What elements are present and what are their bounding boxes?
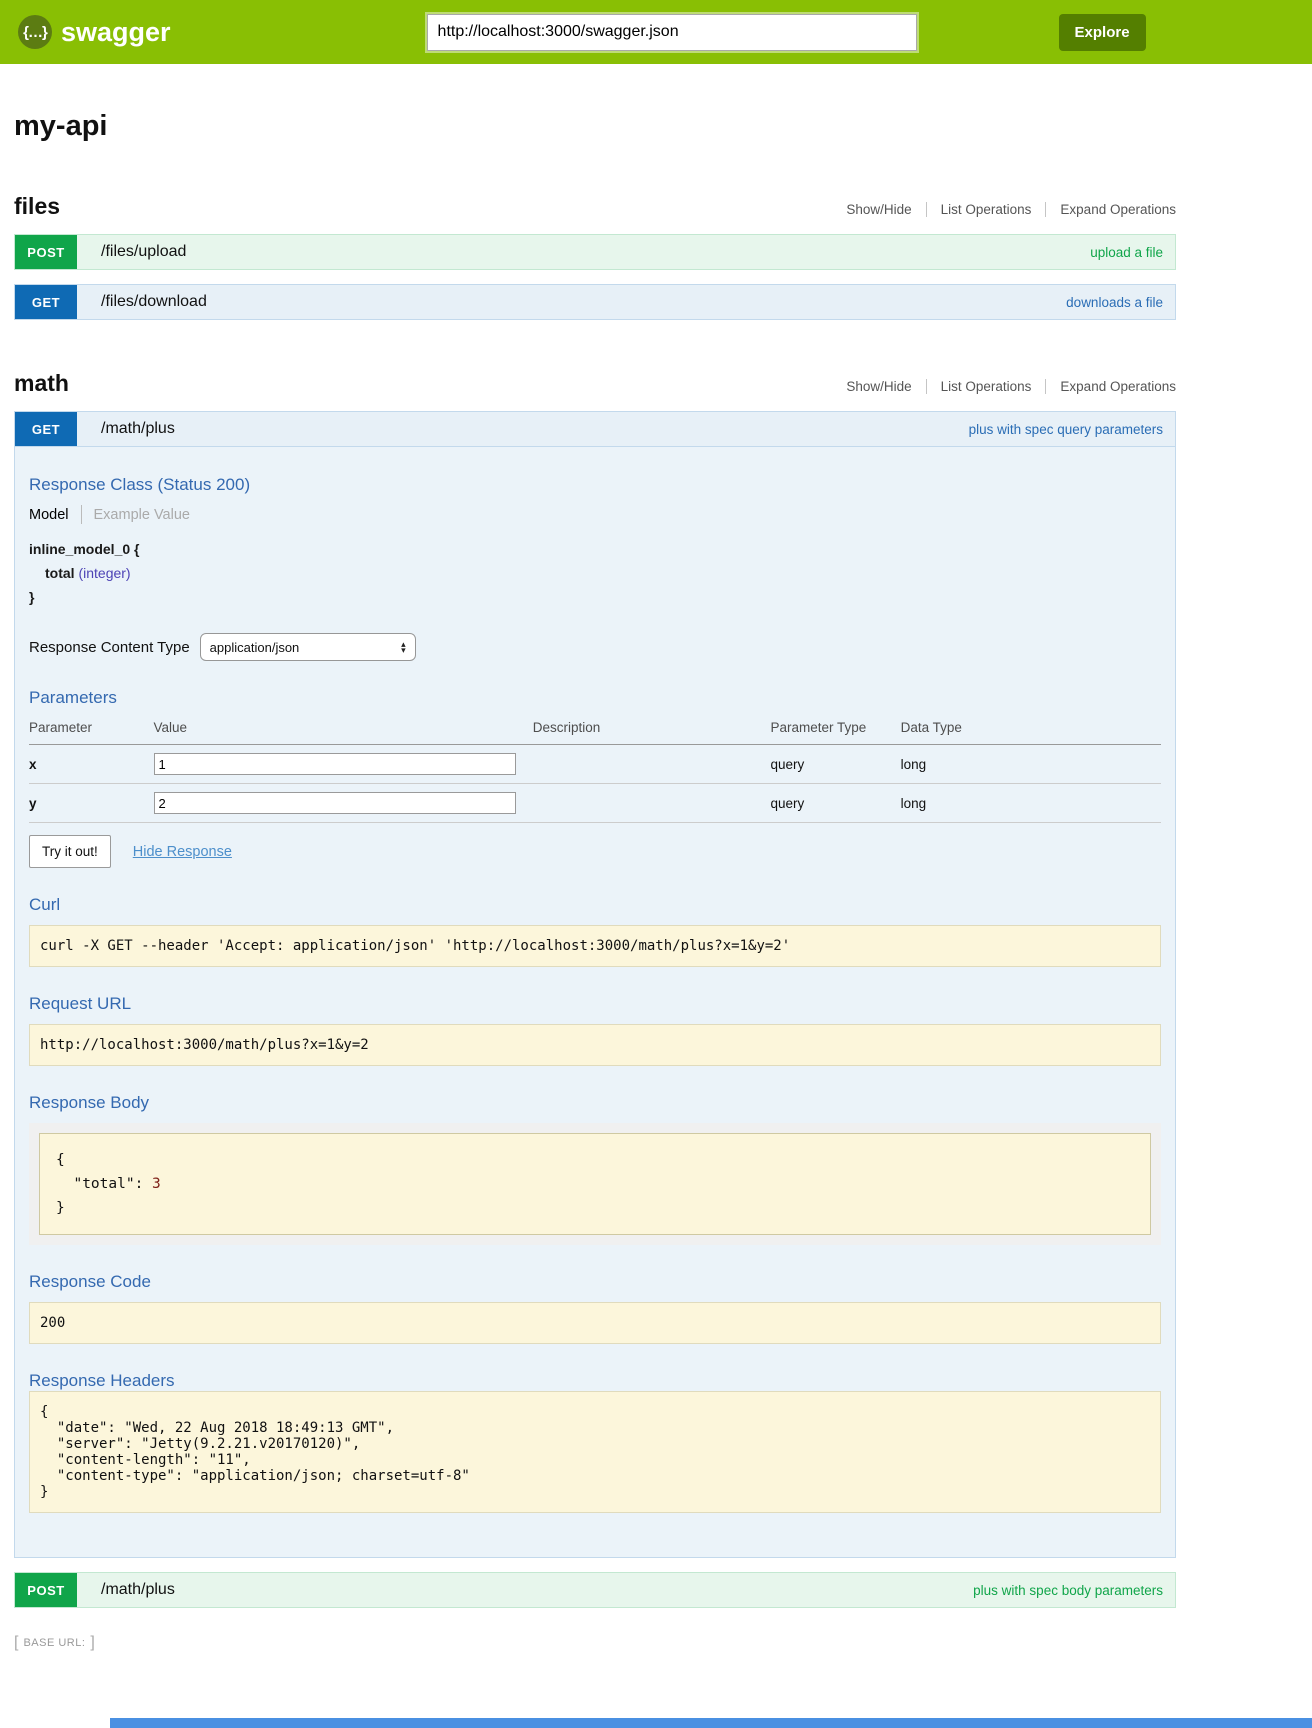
model-prop-name: total: [45, 565, 75, 581]
hide-response-link[interactable]: Hide Response: [133, 844, 232, 860]
bracket-open: [: [14, 1634, 18, 1652]
response-content-type-select[interactable]: application/json ▴▾: [200, 633, 416, 661]
parameter-data-type: long: [901, 784, 1161, 823]
operation-path[interactable]: /math/plus: [101, 1573, 175, 1607]
math-list-operations-link[interactable]: List Operations: [941, 379, 1032, 394]
method-badge-post[interactable]: POST: [15, 235, 77, 269]
section-math: math Show/Hide List Operations Expand Op…: [14, 370, 1176, 1608]
operation-get-files-download: GET /files/download downloads a file: [14, 284, 1176, 320]
model-tabs: Model Example Value: [29, 505, 1161, 524]
parameter-type: query: [770, 784, 900, 823]
try-it-out-button[interactable]: Try it out!: [29, 835, 111, 868]
header-bar: {…} swagger Explore: [0, 0, 1312, 64]
explore-button[interactable]: Explore: [1059, 14, 1146, 51]
section-files: files Show/Hide List Operations Expand O…: [14, 193, 1176, 320]
swagger-logo-icon: {…}: [18, 15, 52, 49]
operation-post-math-plus: POST /math/plus plus with spec body para…: [14, 1572, 1176, 1608]
model-prop-type: (integer): [78, 565, 130, 581]
json-number-value: 3: [152, 1176, 161, 1192]
parameter-data-type: long: [901, 745, 1161, 784]
response-body-heading: Response Body: [29, 1093, 1161, 1113]
operation-row[interactable]: GET /files/download downloads a file: [14, 284, 1176, 320]
parameter-name: x: [29, 745, 154, 784]
math-expand-operations-link[interactable]: Expand Operations: [1060, 379, 1176, 394]
divider: [1045, 202, 1046, 217]
parameters-heading: Parameters: [29, 688, 1161, 708]
column-header-parameter: Parameter: [29, 714, 154, 745]
method-badge-get[interactable]: GET: [15, 285, 77, 319]
response-headers-block: { "date": "Wed, 22 Aug 2018 18:49:13 GMT…: [29, 1391, 1161, 1513]
operation-row[interactable]: GET /math/plus plus with spec query para…: [14, 411, 1176, 447]
divider: [81, 505, 82, 524]
operation-detail-panel: Response Class (Status 200) Model Exampl…: [14, 447, 1176, 1558]
parameter-description: [533, 745, 771, 784]
parameter-y-input[interactable]: [154, 792, 516, 814]
curl-command-block: curl -X GET --header 'Accept: applicatio…: [29, 925, 1161, 967]
files-section-links: Show/Hide List Operations Expand Operati…: [846, 202, 1176, 220]
divider: [1045, 379, 1046, 394]
main-content: my-api files Show/Hide List Operations E…: [14, 110, 1176, 1608]
operation-post-files-upload: POST /files/upload upload a file: [14, 234, 1176, 270]
method-badge-post[interactable]: POST: [15, 1573, 77, 1607]
section-title-files[interactable]: files: [14, 193, 60, 220]
base-url-footer: [ BASE URL: ]: [14, 1634, 1312, 1652]
files-expand-operations-link[interactable]: Expand Operations: [1060, 202, 1176, 217]
parameter-row-y: y query long: [29, 784, 1161, 823]
curl-heading: Curl: [29, 895, 1161, 915]
section-title-math[interactable]: math: [14, 370, 69, 397]
files-show-hide-link[interactable]: Show/Hide: [846, 202, 911, 217]
tab-example-value[interactable]: Example Value: [94, 507, 190, 523]
parameters-table: Parameter Value Description Parameter Ty…: [29, 714, 1161, 823]
column-header-parameter-type: Parameter Type: [770, 714, 900, 745]
select-caret-icon: ▴▾: [383, 641, 406, 653]
selected-content-type: application/json: [210, 640, 300, 655]
response-class-heading: Response Class (Status 200): [29, 475, 1161, 495]
swagger-logo-text: swagger: [61, 17, 171, 48]
operation-summary-link[interactable]: upload a file: [1090, 235, 1163, 269]
response-headers-heading: Response Headers: [29, 1371, 1161, 1391]
response-body-container: { "total": 3 }: [29, 1123, 1161, 1245]
column-header-description: Description: [533, 714, 771, 745]
files-list-operations-link[interactable]: List Operations: [941, 202, 1032, 217]
operation-summary-link[interactable]: plus with spec query parameters: [969, 412, 1163, 446]
parameter-x-input[interactable]: [154, 753, 516, 775]
divider: [926, 202, 927, 217]
operation-path[interactable]: /files/download: [101, 285, 207, 319]
page-title: my-api: [14, 110, 1176, 143]
method-badge-get[interactable]: GET: [15, 412, 77, 446]
operation-row[interactable]: POST /files/upload upload a file: [14, 234, 1176, 270]
math-section-links: Show/Hide List Operations Expand Operati…: [846, 379, 1176, 397]
column-header-value: Value: [154, 714, 533, 745]
divider: [926, 379, 927, 394]
column-header-data-type: Data Type: [901, 714, 1161, 745]
operation-summary-link[interactable]: downloads a file: [1066, 285, 1163, 319]
model-name: inline_model_0 {: [29, 541, 1161, 557]
request-url-heading: Request URL: [29, 994, 1161, 1014]
bracket-close: ]: [90, 1634, 94, 1652]
bottom-blue-bar: [110, 1718, 1312, 1728]
tab-model[interactable]: Model: [29, 507, 69, 523]
operation-get-math-plus: GET /math/plus plus with spec query para…: [14, 411, 1176, 1558]
parameter-name: y: [29, 784, 154, 823]
math-show-hide-link[interactable]: Show/Hide: [846, 379, 911, 394]
response-code-block: 200: [29, 1302, 1161, 1344]
response-code-heading: Response Code: [29, 1272, 1161, 1292]
parameter-row-x: x query long: [29, 745, 1161, 784]
api-url-input[interactable]: [427, 14, 917, 51]
swagger-logo[interactable]: {…} swagger: [18, 15, 171, 49]
operation-row[interactable]: POST /math/plus plus with spec body para…: [14, 1572, 1176, 1608]
parameter-description: [533, 784, 771, 823]
response-content-type-label: Response Content Type: [29, 639, 190, 656]
base-url-label: BASE URL:: [23, 1637, 85, 1649]
model-close-brace: }: [29, 589, 1161, 605]
parameter-type: query: [770, 745, 900, 784]
response-body-json: { "total": 3 }: [39, 1133, 1151, 1235]
model-signature: inline_model_0 { total (integer) }: [29, 541, 1161, 605]
request-url-block: http://localhost:3000/math/plus?x=1&y=2: [29, 1024, 1161, 1066]
operation-path[interactable]: /files/upload: [101, 235, 186, 269]
operation-summary-link[interactable]: plus with spec body parameters: [973, 1573, 1163, 1607]
operation-path[interactable]: /math/plus: [101, 412, 175, 446]
